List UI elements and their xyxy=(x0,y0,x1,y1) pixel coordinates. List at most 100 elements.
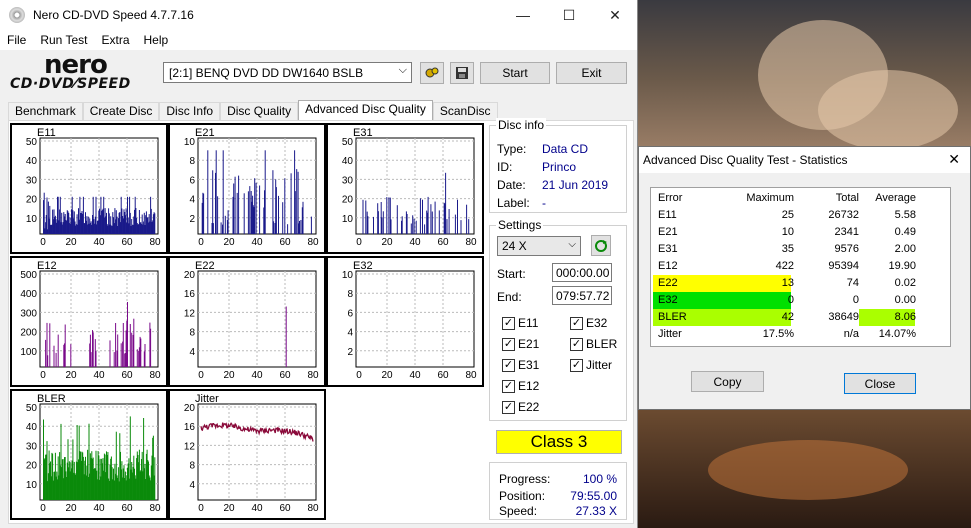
x-tick-label: 0 xyxy=(356,370,362,381)
y-tick-label: 8 xyxy=(189,461,195,472)
checkbox-e21[interactable]: ✓ E21 xyxy=(502,337,539,351)
exit-button[interactable]: Exit xyxy=(556,62,627,84)
y-tick-label: 40 xyxy=(26,422,38,433)
y-tick-label: 20 xyxy=(184,403,196,414)
data-bar xyxy=(47,355,49,367)
x-tick-label: 80 xyxy=(149,503,161,514)
speed-select[interactable]: 24 X ⌵ xyxy=(497,236,581,256)
label-label: Label: xyxy=(497,196,530,210)
data-bar xyxy=(300,220,302,234)
drive-select[interactable]: [2:1] BENQ DVD DD DW1640 BSLB ⌵ xyxy=(163,62,412,83)
x-tick-label: 20 xyxy=(223,503,235,514)
check-icon: ✓ xyxy=(570,337,583,351)
data-bar xyxy=(430,204,432,234)
menu-file[interactable]: File xyxy=(0,33,33,47)
floppy-disk-icon xyxy=(456,67,468,79)
y-tick-label: 20 xyxy=(26,461,38,472)
data-bar xyxy=(129,324,131,367)
y-tick-label: 10 xyxy=(26,214,38,225)
x-tick-label: 0 xyxy=(198,237,204,248)
data-bar xyxy=(224,215,226,234)
start-button[interactable]: Start xyxy=(480,62,550,84)
checkbox-jitter[interactable]: ✓ Jitter xyxy=(570,358,612,372)
menu-extra[interactable]: Extra xyxy=(94,33,136,47)
checkbox-e32[interactable]: ✓ E32 xyxy=(570,316,607,330)
checkbox-e11[interactable]: ✓ E11 xyxy=(502,316,538,330)
y-tick-label: 6 xyxy=(347,308,353,319)
copy-button[interactable]: Copy xyxy=(691,371,764,392)
table-cell: E31 xyxy=(658,243,678,255)
check-icon: ✓ xyxy=(502,316,515,330)
title-bar[interactable]: Nero CD-DVD Speed 4.7.7.16 — ☐ ✕ xyxy=(0,0,637,30)
data-bar xyxy=(207,150,209,234)
tab-benchmark[interactable]: Benchmark xyxy=(8,102,83,122)
y-tick-label: 12 xyxy=(184,441,196,452)
menu-help[interactable]: Help xyxy=(137,33,176,47)
data-bar xyxy=(90,352,92,367)
table-row: E12 422 95394 19.90 xyxy=(651,258,952,275)
tab-advanced-disc-quality[interactable]: Advanced Disc Quality xyxy=(298,100,433,122)
check-icon: ✓ xyxy=(570,316,583,330)
checkbox-bler[interactable]: ✓ BLER xyxy=(570,337,617,351)
tab-scandisc[interactable]: ScanDisc xyxy=(432,102,498,122)
refresh-button[interactable] xyxy=(591,235,611,256)
minimize-button[interactable]: — xyxy=(500,0,546,30)
table-cell: 42 xyxy=(781,311,794,323)
save-button[interactable] xyxy=(450,62,474,84)
data-bar xyxy=(460,220,462,234)
data-bar xyxy=(117,334,119,367)
start-label: Start: xyxy=(497,267,526,281)
checkbox-e22[interactable]: ✓ E22 xyxy=(502,400,539,414)
close-button[interactable]: ✕ xyxy=(592,0,638,30)
x-tick-label: 40 xyxy=(251,237,263,248)
chevron-down-icon: ⌵ xyxy=(568,239,576,250)
close-icon[interactable]: ✕ xyxy=(948,151,960,168)
y-tick-label: 30 xyxy=(342,175,354,186)
end-field[interactable]: 079:57.72 xyxy=(552,286,612,305)
data-bar xyxy=(70,344,72,367)
checkbox-label: E11 xyxy=(518,316,539,330)
table-cell: 14.07% xyxy=(878,328,916,340)
x-tick-label: 60 xyxy=(121,503,133,514)
tab-disc-info[interactable]: Disc Info xyxy=(159,102,221,122)
tab-disc-quality[interactable]: Disc Quality xyxy=(220,102,299,122)
maximize-button[interactable]: ☐ xyxy=(546,0,592,30)
checkbox-e12[interactable]: ✓ E12 xyxy=(502,379,539,393)
statistics-dialog: Advanced Disc Quality Test - Statistics … xyxy=(638,146,971,410)
statistics-title-bar[interactable]: Advanced Disc Quality Test - Statistics … xyxy=(639,147,970,173)
settings-title: Settings xyxy=(496,218,544,232)
y-tick-label: 6 xyxy=(189,175,195,186)
x-tick-label: 60 xyxy=(437,237,449,248)
data-bar xyxy=(243,193,245,234)
data-bar xyxy=(43,192,45,234)
data-bar xyxy=(468,219,470,234)
data-bar xyxy=(457,199,458,234)
data-bar xyxy=(92,332,94,367)
drive-info-button[interactable] xyxy=(420,62,444,84)
y-tick-label: 4 xyxy=(347,328,353,339)
x-tick-label: 20 xyxy=(65,503,77,514)
close-dialog-button[interactable]: Close xyxy=(844,373,916,394)
data-bar xyxy=(412,215,414,234)
checkbox-label: E32 xyxy=(586,316,608,330)
data-bar xyxy=(448,209,450,234)
x-tick-label: 40 xyxy=(93,503,105,514)
table-cell: E32 xyxy=(658,294,678,306)
data-bar xyxy=(310,216,312,234)
y-tick-label: 50 xyxy=(342,137,354,148)
x-tick-label: 40 xyxy=(409,370,421,381)
y-tick-label: 12 xyxy=(184,308,196,319)
tab-create-disc[interactable]: Create Disc xyxy=(82,102,160,122)
data-bar xyxy=(445,172,447,234)
y-tick-label: 30 xyxy=(26,175,38,186)
checkbox-e31[interactable]: ✓ E31 xyxy=(502,358,539,372)
checkbox-label: Jitter xyxy=(586,358,613,372)
start-field[interactable]: 000:00.00 xyxy=(552,263,612,282)
logo-bottom-text: CD·DVD⁄SPEED xyxy=(10,76,131,92)
window-title: Nero CD-DVD Speed 4.7.7.16 xyxy=(33,8,194,22)
data-bar xyxy=(454,214,456,234)
data-bar xyxy=(294,191,296,234)
table-row: E32 0 0 0.00 xyxy=(651,292,952,309)
menu-run-test[interactable]: Run Test xyxy=(33,33,94,47)
y-tick-label: 10 xyxy=(342,270,354,281)
